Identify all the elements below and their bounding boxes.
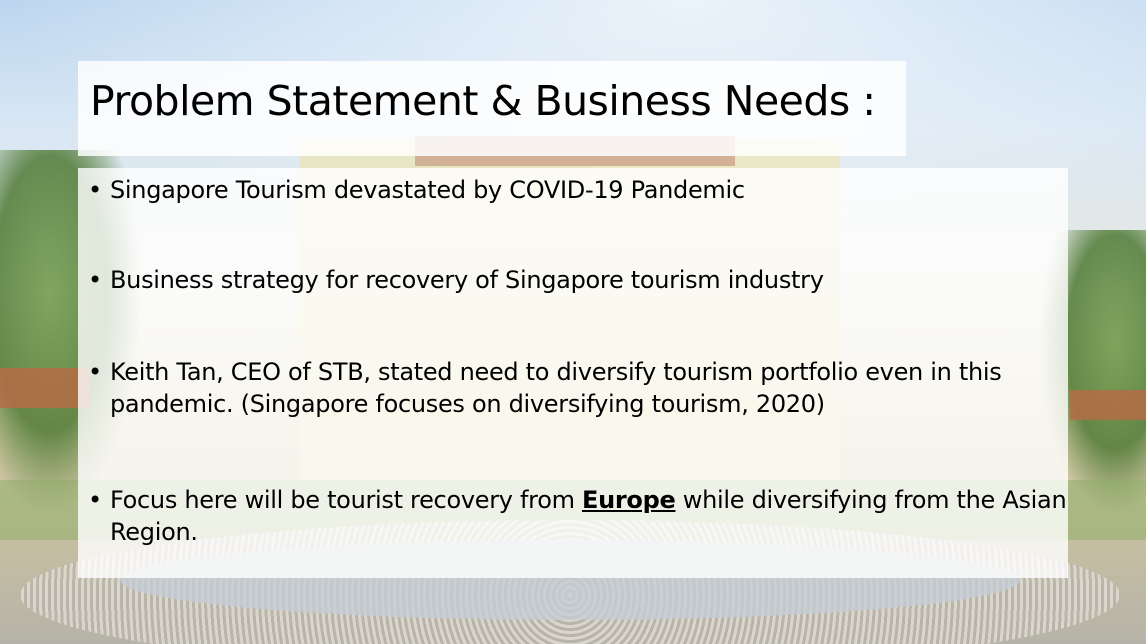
bullet-text-before: Focus here will be tourist recovery from [110, 486, 582, 514]
content-box: • Singapore Tourism devastated by COVID-… [78, 168, 1068, 578]
bullet-text: Business strategy for recovery of Singap… [110, 266, 824, 294]
background-roof-right [1070, 390, 1146, 420]
bullet-item: • Keith Tan, CEO of STB, stated need to … [88, 356, 1070, 420]
bullet-emphasis-europe: Europe [582, 486, 676, 514]
bullet-dot-icon: • [88, 486, 102, 514]
bullet-text: Keith Tan, CEO of STB, stated need to di… [110, 358, 1002, 418]
slide: Problem Statement & Business Needs : • S… [0, 0, 1146, 644]
bullet-dot-icon: • [88, 358, 102, 386]
bullet-item: • Focus here will be tourist recovery fr… [88, 484, 1070, 548]
bullet-dot-icon: • [88, 266, 102, 294]
bullet-item: • Business strategy for recovery of Sing… [88, 264, 1070, 296]
bullet-dot-icon: • [88, 176, 102, 204]
bullet-text: Singapore Tourism devastated by COVID-19… [110, 176, 745, 204]
bullet-item: • Singapore Tourism devastated by COVID-… [88, 174, 1070, 206]
background-roof-left [0, 368, 90, 408]
title-box: Problem Statement & Business Needs : [78, 61, 906, 156]
slide-title: Problem Statement & Business Needs : [90, 77, 876, 125]
